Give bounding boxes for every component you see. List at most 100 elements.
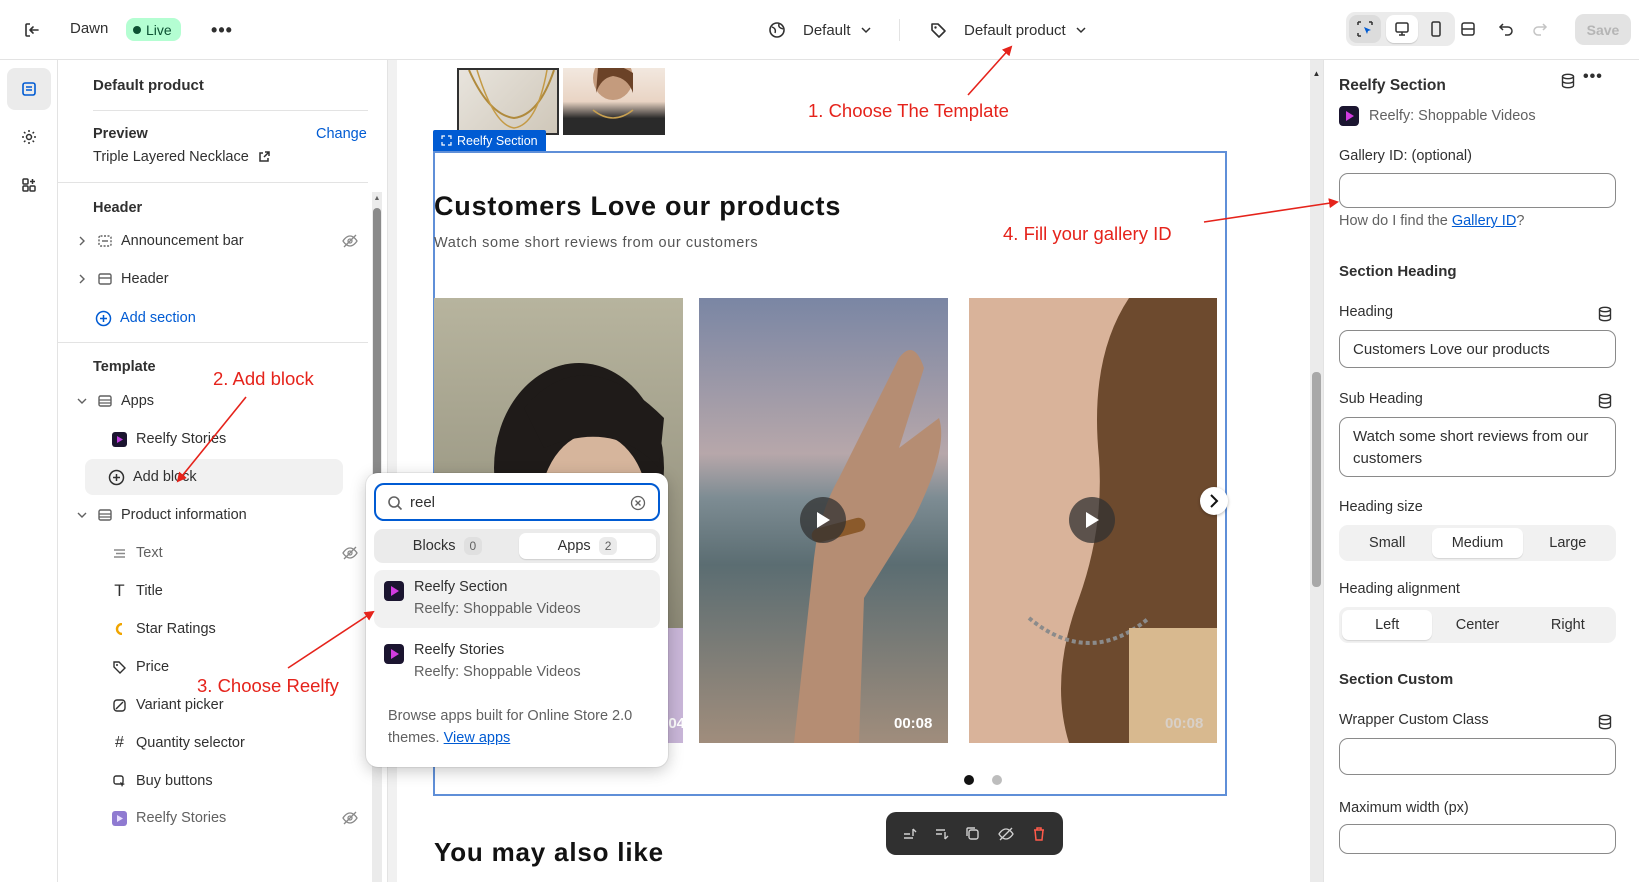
exit-icon[interactable]: [18, 18, 46, 42]
template-selector[interactable]: Default product: [929, 16, 1087, 44]
wrapper-class-input[interactable]: [1339, 738, 1616, 775]
clear-search-icon[interactable]: [630, 495, 646, 511]
heading-input[interactable]: Customers Love our products: [1339, 330, 1616, 368]
sidebar-scrollbar-thumb[interactable]: [373, 208, 381, 508]
preview-product[interactable]: Triple Layered Necklace: [93, 149, 271, 165]
save-button[interactable]: Save: [1575, 14, 1631, 45]
scroll-up-arrow-icon[interactable]: ▲: [1310, 68, 1323, 78]
sidebar-block-quantity-selector[interactable]: # Quantity selector: [112, 732, 245, 754]
chevron-down-icon: [861, 27, 871, 34]
gallery-id-input[interactable]: [1339, 173, 1616, 208]
result-item-reelfy-section[interactable]: Reelfy Section Reelfy: Shoppable Videos: [374, 570, 660, 628]
database-icon[interactable]: [1561, 73, 1575, 89]
price-tag-icon: [113, 660, 126, 674]
video-card-3[interactable]: 00:08: [969, 298, 1217, 743]
template-group-label: Template: [93, 359, 156, 375]
sections-icon[interactable]: [7, 68, 51, 110]
hide-icon[interactable]: [997, 826, 1015, 842]
video-card-2[interactable]: 00:08: [699, 298, 948, 743]
divider: [899, 19, 900, 41]
text-lines-icon: [114, 548, 125, 558]
heading-size-small[interactable]: Small: [1342, 528, 1432, 558]
sidebar-block-star-ratings[interactable]: Star Ratings: [112, 618, 216, 640]
mobile-view-icon[interactable]: [1420, 15, 1452, 43]
preview-scrollbar-thumb[interactable]: [1312, 372, 1321, 587]
sidebar-block-reelfy-stories[interactable]: Reelfy Stories: [112, 807, 359, 829]
header-group-label: Header: [93, 200, 143, 216]
theme-selector[interactable]: Default: [768, 16, 872, 44]
eye-hidden-icon[interactable]: [341, 545, 359, 561]
carousel-dot[interactable]: [992, 775, 1002, 785]
product-thumbnail-2[interactable]: [563, 68, 665, 135]
status-badge: Live: [126, 18, 181, 41]
inspector-icon[interactable]: [1349, 15, 1381, 43]
settings-panel: Reelfy Section ••• Reelfy: Shoppable Vid…: [1323, 60, 1639, 882]
sidebar-block-title[interactable]: T Title: [112, 580, 163, 602]
globe-icon: [769, 22, 785, 38]
sidebar-block-price[interactable]: Price: [112, 656, 169, 678]
undo-icon[interactable]: [1492, 15, 1520, 43]
play-button-icon[interactable]: [1069, 497, 1115, 543]
tab-apps[interactable]: Apps 2: [519, 533, 656, 559]
preview-change-link[interactable]: Change: [316, 126, 367, 142]
cursor-click-icon: [113, 774, 125, 787]
preview-label: Preview: [93, 126, 148, 142]
view-apps-link[interactable]: View apps: [444, 730, 511, 746]
chevron-right-icon: [79, 274, 85, 284]
heading-size-label: Heading size: [1339, 499, 1423, 515]
apps-grid-icon[interactable]: [7, 164, 51, 206]
max-width-input[interactable]: [1339, 824, 1616, 854]
sidebar-block-text[interactable]: Text: [112, 542, 359, 564]
sidebar-item-announcement-bar[interactable]: Announcement bar: [76, 230, 359, 252]
scroll-up-arrow-icon[interactable]: ▲: [372, 193, 382, 203]
database-icon[interactable]: [1598, 714, 1612, 730]
gallery-id-help-link[interactable]: Gallery ID: [1452, 213, 1516, 229]
database-icon[interactable]: [1598, 393, 1612, 409]
carousel-next-icon[interactable]: [1200, 487, 1228, 515]
sidebar-block-buy-buttons[interactable]: Buy buttons: [112, 770, 213, 792]
section-heading-title: Section Heading: [1339, 263, 1457, 280]
carousel-dot-active[interactable]: [964, 775, 974, 785]
annotation-step4: 4. Fill your gallery ID: [1003, 223, 1172, 244]
database-icon[interactable]: [1598, 306, 1612, 322]
subheading-textarea[interactable]: Watch some short reviews from our custom…: [1339, 417, 1616, 477]
eye-hidden-icon[interactable]: [341, 233, 359, 249]
eye-hidden-icon[interactable]: [341, 810, 359, 826]
search-input[interactable]: reel: [410, 494, 435, 511]
align-left[interactable]: Left: [1342, 610, 1433, 640]
align-center[interactable]: Center: [1432, 610, 1522, 640]
wrapper-class-label: Wrapper Custom Class: [1339, 712, 1489, 728]
section-tag[interactable]: Reelfy Section: [433, 130, 546, 151]
duplicate-icon[interactable]: [965, 826, 981, 842]
add-section-button[interactable]: Add section: [95, 307, 196, 329]
max-width-label: Maximum width (px): [1339, 800, 1469, 816]
move-down-icon[interactable]: [934, 826, 950, 842]
play-button-icon[interactable]: [800, 497, 846, 543]
variant-picker-icon: [113, 698, 126, 712]
gallery-id-help: How do I find the Gallery ID?: [1339, 213, 1525, 229]
sidebar-block-variant-picker[interactable]: Variant picker: [112, 694, 224, 716]
align-right[interactable]: Right: [1523, 610, 1613, 640]
settings-gear-icon[interactable]: [7, 116, 51, 158]
section-heading: Customers Love our products: [434, 191, 842, 221]
section-layout-icon: [98, 235, 112, 247]
section-layout-icon: [98, 273, 112, 285]
tab-blocks[interactable]: Blocks 0: [378, 533, 517, 559]
heading-size-medium[interactable]: Medium: [1432, 528, 1523, 558]
sidebar-item-reelfy-stories[interactable]: Reelfy Stories: [112, 428, 226, 450]
heading-alignment-segmented: Left Center Right: [1339, 607, 1616, 643]
hash-icon: #: [115, 734, 124, 751]
fullscreen-icon[interactable]: [1452, 15, 1484, 43]
sidebar-item-apps[interactable]: Apps: [76, 390, 154, 412]
desktop-view-icon[interactable]: [1386, 15, 1418, 43]
delete-trash-icon[interactable]: [1031, 826, 1047, 842]
move-up-icon[interactable]: [902, 826, 918, 842]
more-actions-icon[interactable]: •••: [1583, 68, 1603, 86]
heading-size-large[interactable]: Large: [1523, 528, 1613, 558]
result-item-reelfy-stories[interactable]: Reelfy Stories Reelfy: Shoppable Videos: [374, 633, 660, 691]
sidebar-item-product-information[interactable]: Product information: [76, 504, 247, 526]
search-input-wrapper[interactable]: reel: [374, 483, 660, 521]
sidebar-item-header[interactable]: Header: [76, 268, 169, 290]
product-thumbnail-1[interactable]: [457, 68, 559, 135]
more-actions-icon[interactable]: •••: [208, 17, 236, 43]
